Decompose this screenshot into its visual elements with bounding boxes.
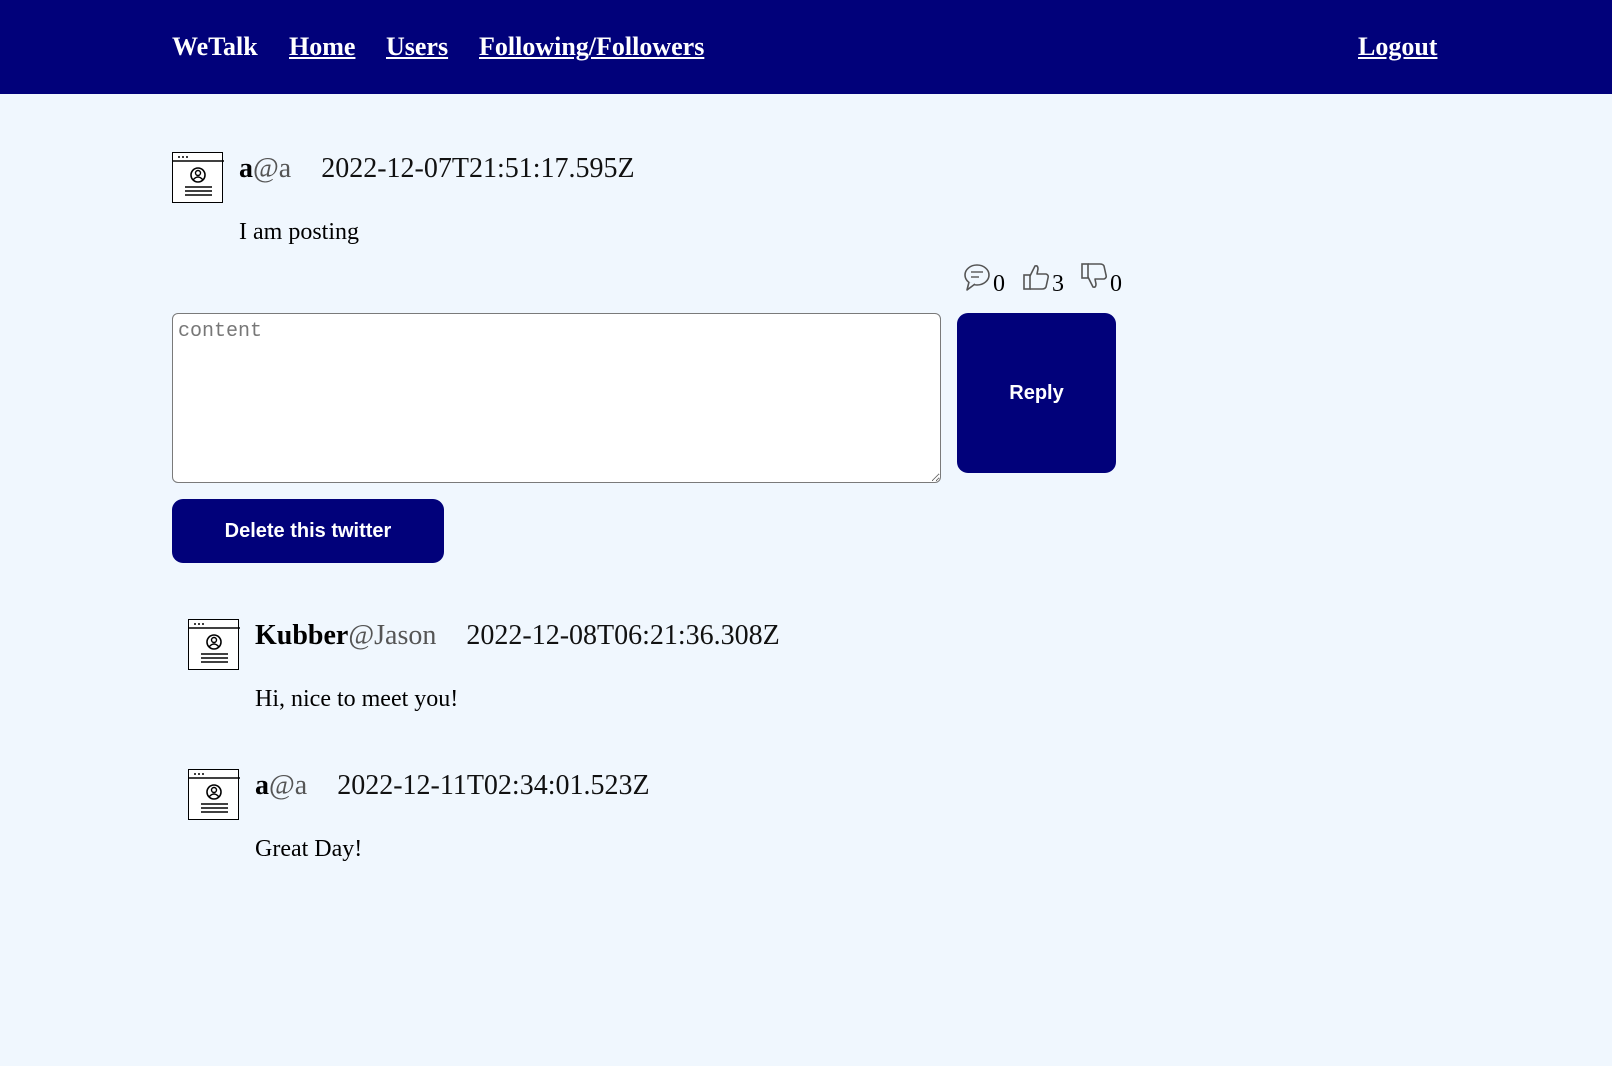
reply-author-name[interactable]: a xyxy=(255,770,269,801)
user-profile-icon xyxy=(173,156,224,196)
nav-link-users[interactable]: Users xyxy=(386,30,448,64)
reply-header: Kubber@Jason 2022-12-08T06:21:36.308Z xyxy=(255,619,780,653)
reply-author-avatar[interactable] xyxy=(188,619,240,670)
thumbs-up-icon xyxy=(1023,265,1050,290)
brand-logo: WeTalk xyxy=(172,32,258,61)
comment-bubble-icon xyxy=(964,264,990,291)
post-author-avatar[interactable] xyxy=(172,152,224,203)
reply-author-avatar[interactable] xyxy=(188,769,240,820)
delete-post-button[interactable]: Delete this twitter xyxy=(172,499,444,563)
nav-link-following-followers[interactable]: Following/Followers xyxy=(479,30,704,64)
nav-link-home[interactable]: Home xyxy=(289,30,355,64)
post-author-handle: @a xyxy=(253,153,292,184)
top-navbar: WeTalk Home Users Following/Followers Lo… xyxy=(0,0,1612,94)
reply-timestamp: 2022-12-08T06:21:36.308Z xyxy=(466,620,780,651)
nav-link-logout[interactable]: Logout xyxy=(1358,30,1437,64)
reply-content: Hi, nice to meet you! xyxy=(255,686,459,712)
user-profile-icon xyxy=(189,773,240,813)
reply-content: Great Day! xyxy=(255,836,363,862)
like-count: 3 xyxy=(1052,271,1064,297)
thumbs-down-icon xyxy=(1081,263,1108,288)
reply-author-name[interactable]: Kubber xyxy=(255,620,348,651)
post-timestamp: 2022-12-07T21:51:17.595Z xyxy=(321,153,635,184)
reply-author-handle: @a xyxy=(269,770,308,801)
post-author-name[interactable]: a xyxy=(239,153,253,184)
reply-author-handle: @Jason xyxy=(348,620,437,651)
reply-button[interactable]: Reply xyxy=(957,313,1116,473)
reply-header: a@a 2022-12-11T02:34:01.523Z xyxy=(255,769,650,803)
dislike-count: 0 xyxy=(1110,271,1122,297)
comment-count: 0 xyxy=(993,271,1005,297)
post-content: I am posting xyxy=(239,219,359,245)
reply-timestamp: 2022-12-11T02:34:01.523Z xyxy=(337,770,650,801)
reply-content-input[interactable] xyxy=(172,313,941,483)
user-profile-icon xyxy=(189,623,240,663)
post-header: a@a 2022-12-07T21:51:17.595Z xyxy=(239,152,635,186)
